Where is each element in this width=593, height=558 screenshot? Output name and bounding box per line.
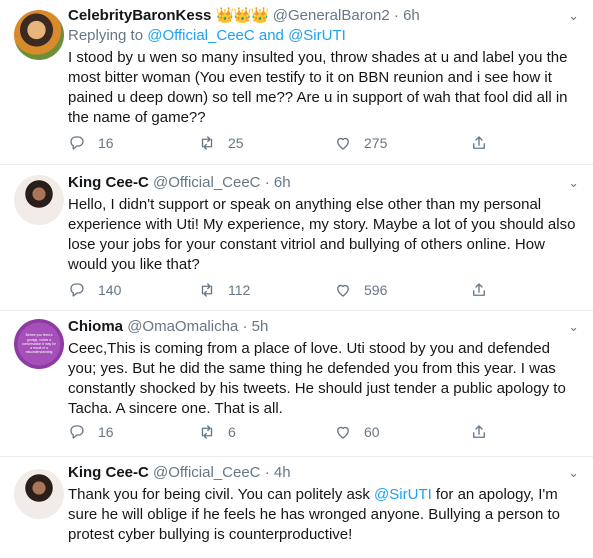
- crown-badges: 👑👑👑: [215, 7, 270, 24]
- like-count: 60: [364, 424, 380, 440]
- tweet-2[interactable]: King Cee-C @Official_CeeC · 6h ⌄ Hello, …: [0, 165, 593, 311]
- avatar[interactable]: Before you feed a grudge, notice a conve…: [14, 319, 64, 369]
- reply-button[interactable]: 16: [68, 134, 198, 152]
- more-caret-icon[interactable]: ⌄: [568, 463, 579, 483]
- action-bar: 16 25 275: [68, 134, 500, 152]
- reply-icon: [70, 136, 84, 150]
- reply-button[interactable]: 140: [68, 281, 198, 299]
- like-count: 275: [364, 135, 388, 151]
- timestamp[interactable]: 5h: [252, 318, 269, 335]
- tweet-3[interactable]: Before you feed a grudge, notice a conve…: [0, 311, 593, 457]
- like-icon: [337, 137, 349, 150]
- user-handle[interactable]: @Official_CeeC: [153, 464, 261, 481]
- tweet-body: King Cee-C @Official_CeeC · 6h ⌄ Hello, …: [68, 173, 579, 298]
- retweet-count: 25: [228, 135, 244, 151]
- reply-icon: [70, 283, 84, 297]
- share-icon: [473, 136, 485, 149]
- retweet-icon: [201, 136, 213, 150]
- retweet-count: 112: [228, 282, 251, 298]
- timestamp[interactable]: 6h: [274, 174, 291, 191]
- tweet-header: King Cee-C @Official_CeeC · 4h ⌄: [68, 463, 579, 483]
- share-button[interactable]: [470, 423, 500, 441]
- retweet-button[interactable]: 25: [198, 134, 334, 152]
- avatar-quote-text: Before you feed a grudge, notice a conve…: [22, 333, 56, 355]
- user-handle[interactable]: @OmaOmalicha: [127, 318, 238, 335]
- like-icon: [337, 284, 349, 297]
- retweet-count: 6: [228, 424, 236, 440]
- more-caret-icon[interactable]: ⌄: [568, 173, 579, 193]
- separator-dot: ·: [264, 174, 270, 191]
- display-name[interactable]: King Cee-C: [68, 174, 149, 191]
- tweet-text-start: Thank you for being civil. You can polit…: [68, 486, 375, 503]
- like-count: 596: [364, 282, 388, 298]
- tweet-header: Chioma @OmaOmalicha · 5h ⌄: [68, 317, 579, 337]
- tweet-body: King Cee-C @Official_CeeC · 4h ⌄ Thank y…: [68, 463, 579, 545]
- replying-to-users[interactable]: @Official_CeeC and @SirUTI: [147, 27, 346, 44]
- display-name[interactable]: CelebrityBaronKess: [68, 7, 211, 24]
- tweet-header: CelebrityBaronKess 👑👑👑 @GeneralBaron2 · …: [68, 6, 579, 26]
- like-icon: [337, 426, 349, 439]
- retweet-button[interactable]: 112: [198, 281, 334, 299]
- retweet-icon: [201, 283, 213, 297]
- reply-count: 16: [98, 135, 114, 151]
- replying-to-label: Replying to: [68, 27, 148, 44]
- user-handle[interactable]: @GeneralBaron2: [273, 7, 390, 24]
- avatar[interactable]: [14, 10, 64, 60]
- share-button[interactable]: [470, 281, 500, 299]
- user-handle[interactable]: @Official_CeeC: [153, 174, 261, 191]
- share-button[interactable]: [470, 134, 500, 152]
- retweet-button[interactable]: 6: [198, 423, 334, 441]
- share-icon: [473, 283, 485, 296]
- separator-dot: ·: [393, 7, 399, 24]
- avatar[interactable]: [14, 469, 64, 519]
- tweet-body: Chioma @OmaOmalicha · 5h ⌄ Ceec,This is …: [68, 317, 579, 440]
- reply-count: 140: [98, 282, 122, 298]
- tweet-1[interactable]: CelebrityBaronKess 👑👑👑 @GeneralBaron2 · …: [0, 0, 593, 165]
- tweet-text: I stood by u wen so many insulted you, t…: [68, 49, 568, 126]
- reply-button[interactable]: 16: [68, 423, 198, 441]
- more-caret-icon[interactable]: ⌄: [568, 6, 579, 26]
- display-name[interactable]: King Cee-C: [68, 464, 149, 481]
- timestamp[interactable]: 6h: [403, 7, 420, 24]
- separator-dot: ·: [242, 318, 248, 335]
- more-caret-icon[interactable]: ⌄: [568, 317, 579, 337]
- tweet-text: Hello, I didn't support or speak on anyt…: [68, 196, 576, 273]
- timestamp[interactable]: 4h: [274, 464, 291, 481]
- mention-link[interactable]: @SirUTI: [374, 486, 432, 503]
- tweet-header: King Cee-C @Official_CeeC · 6h ⌄: [68, 173, 579, 193]
- reply-icon: [70, 425, 84, 439]
- tweet-text: Thank you for being civil. You can polit…: [68, 485, 579, 545]
- like-button[interactable]: 275: [334, 134, 470, 152]
- action-bar: 16 6 60: [68, 423, 500, 441]
- tweet-4[interactable]: King Cee-C @Official_CeeC · 4h ⌄ Thank y…: [0, 457, 593, 558]
- like-button[interactable]: 596: [334, 281, 470, 299]
- tweet-text: Ceec,This is coming from a place of love…: [68, 340, 566, 417]
- separator-dot: ·: [264, 464, 270, 481]
- replying-to: Replying to @Official_CeeC and @SirUTI: [68, 26, 579, 46]
- share-icon: [473, 425, 485, 438]
- display-name[interactable]: Chioma: [68, 318, 123, 335]
- tweet-body: CelebrityBaronKess 👑👑👑 @GeneralBaron2 · …: [68, 6, 579, 151]
- reply-count: 16: [98, 424, 114, 440]
- like-button[interactable]: 60: [334, 423, 470, 441]
- retweet-icon: [201, 425, 213, 439]
- action-bar: 140 112 596: [68, 281, 500, 299]
- avatar[interactable]: [14, 175, 64, 225]
